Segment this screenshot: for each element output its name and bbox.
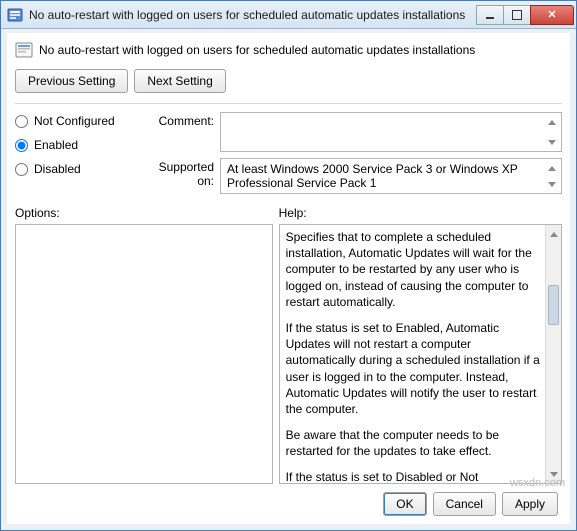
ok-button[interactable]: OK [383,492,426,516]
policy-icon [15,41,33,59]
radio-disabled-input[interactable] [15,163,28,176]
options-pane: Options: [15,206,273,484]
supported-field: At least Windows 2000 Service Pack 3 or … [220,158,562,194]
radio-not-configured[interactable]: Not Configured [15,114,145,128]
apply-button[interactable]: Apply [502,492,558,516]
minimize-button[interactable] [476,5,504,25]
comment-label: Comment: [145,112,220,128]
comment-row: Comment: [145,112,562,152]
help-p1: Specifies that to complete a scheduled i… [286,229,543,310]
dialog-body: No auto-restart with logged on users for… [1,29,576,530]
policy-name: No auto-restart with logged on users for… [39,43,475,57]
window-controls [477,5,574,25]
help-scrollbar[interactable] [545,225,561,483]
scroll-up-icon[interactable] [545,115,559,129]
window-title: No auto-restart with logged on users for… [29,8,477,22]
maximize-button[interactable] [503,5,531,25]
radio-disabled-label: Disabled [34,162,81,176]
scroll-down-icon[interactable] [545,177,559,191]
radio-enabled-label: Enabled [34,138,78,152]
fields-column: Comment: Supported on: At least Windows … [145,112,562,194]
title-bar: No auto-restart with logged on users for… [1,1,576,29]
scroll-up-icon[interactable] [547,227,561,241]
help-pane: Help: Specifies that to complete a sched… [279,206,562,484]
config-block: Not Configured Enabled Disabled Comment: [15,112,562,194]
supported-label: Supported on: [145,158,220,188]
supported-row: Supported on: At least Windows 2000 Serv… [145,158,562,194]
previous-setting-button[interactable]: Previous Setting [15,69,128,93]
help-box: Specifies that to complete a scheduled i… [279,224,562,484]
scroll-down-icon[interactable] [547,467,561,481]
cancel-button[interactable]: Cancel [433,492,496,516]
next-setting-button[interactable]: Next Setting [134,69,225,93]
divider [15,103,562,104]
dialog-window: No auto-restart with logged on users for… [0,0,577,531]
scrollbar-thumb[interactable] [548,285,559,325]
radio-disabled[interactable]: Disabled [15,162,145,176]
radio-not-configured-input[interactable] [15,115,28,128]
close-button[interactable] [530,5,574,25]
options-label: Options: [15,206,273,220]
nav-buttons: Previous Setting Next Setting [15,69,562,93]
supported-value: At least Windows 2000 Service Pack 3 or … [227,162,518,190]
radio-not-configured-label: Not Configured [34,114,115,128]
options-box [15,224,273,484]
help-text: Specifies that to complete a scheduled i… [286,229,543,484]
app-icon [7,7,23,23]
state-radios: Not Configured Enabled Disabled [15,112,145,194]
comment-field[interactable] [220,112,562,152]
radio-enabled[interactable]: Enabled [15,138,145,152]
help-p2: If the status is set to Enabled, Automat… [286,320,543,417]
policy-header: No auto-restart with logged on users for… [15,37,562,69]
lower-panes: Options: Help: Specifies that to complet… [15,206,562,484]
radio-enabled-input[interactable] [15,139,28,152]
scroll-up-icon[interactable] [545,161,559,175]
help-p3: Be aware that the computer needs to be r… [286,427,543,459]
scroll-down-icon[interactable] [545,135,559,149]
help-p4: If the status is set to Disabled or Not … [286,469,543,484]
help-label: Help: [279,206,562,220]
dialog-footer: OK Cancel Apply [15,484,562,518]
